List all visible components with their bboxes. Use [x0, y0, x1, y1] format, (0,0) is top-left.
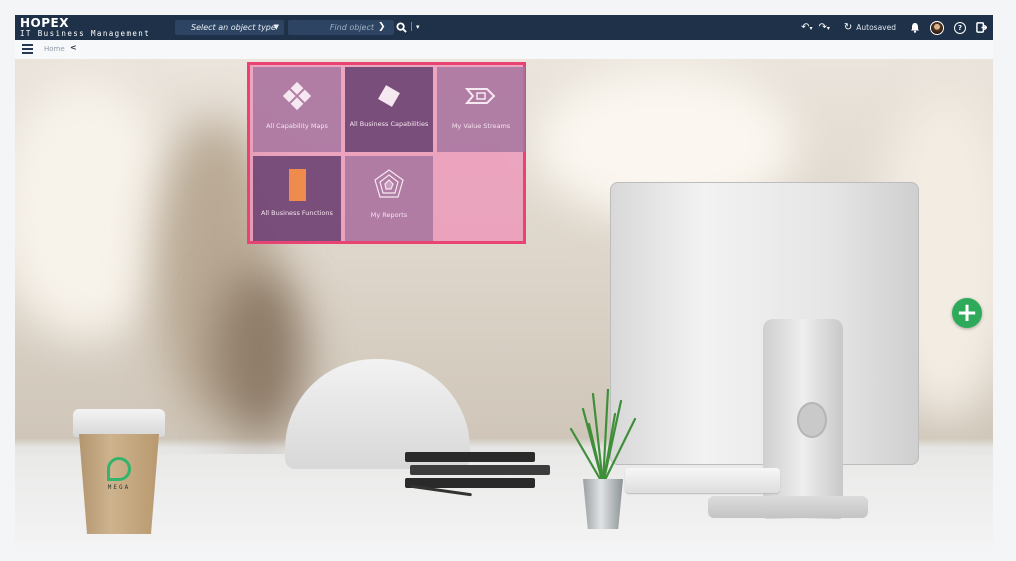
search-options-chevron-icon[interactable]: ▾ — [416, 23, 420, 31]
tile-label: All Business Functions — [261, 209, 333, 217]
chevron-down-icon: ▼ — [273, 23, 279, 31]
cup-logo: MEGA — [105, 457, 133, 491]
tile-label: My Value Streams — [451, 122, 511, 130]
mega-logo-icon — [107, 457, 131, 481]
tile-label: My Reports — [370, 211, 408, 219]
search-controls: | ▾ — [396, 19, 420, 35]
plant — [569, 389, 637, 484]
undo-icon[interactable]: ↶▾ — [801, 22, 812, 33]
tile-all-capability-maps[interactable]: All Capability Maps — [253, 67, 341, 152]
bell-icon[interactable] — [910, 22, 920, 33]
help-icon[interactable]: ? — [954, 21, 966, 34]
value-stream-icon — [464, 88, 496, 104]
monitor-stand-hole — [797, 402, 827, 438]
divider: | — [410, 22, 414, 32]
plant-pot — [583, 479, 623, 529]
object-type-placeholder: Select an object type — [191, 23, 276, 32]
shortcut-tiles-panel: All Capability Maps All Business Capabil… — [247, 62, 526, 244]
notebooks — [405, 452, 550, 491]
tile-my-value-streams[interactable]: My Value Streams — [437, 67, 525, 152]
tile-all-business-capabilities[interactable]: All Business Capabilities — [345, 67, 433, 152]
logout-icon[interactable] — [976, 22, 987, 33]
hamburger-menu-icon[interactable] — [22, 44, 33, 56]
object-type-select[interactable]: Select an object type ▼ — [175, 20, 284, 35]
breadcrumb-back-icon[interactable]: < — [70, 43, 77, 52]
redo-icon[interactable]: ↷▾ — [818, 22, 829, 33]
app-logo[interactable]: HOPEX IT Business Management — [20, 17, 150, 38]
find-go-icon[interactable]: ❯ — [378, 20, 386, 35]
diamond-grid-icon — [282, 81, 312, 111]
empty-tile-slot — [437, 156, 525, 241]
breadcrumb-home[interactable]: Home — [44, 45, 65, 53]
tile-my-reports[interactable]: My Reports — [345, 156, 433, 241]
tile-label: All Capability Maps — [266, 122, 328, 130]
coffee-cup-lid — [73, 409, 165, 437]
function-block-icon — [289, 169, 306, 201]
breadcrumb: Home < — [15, 40, 993, 59]
tile-label: All Business Capabilities — [349, 120, 429, 128]
search-icon[interactable] — [396, 21, 407, 33]
app-name: HOPEX — [20, 16, 69, 30]
cup-logo-text: MEGA — [107, 484, 131, 491]
tile-all-business-functions[interactable]: All Business Functions — [253, 156, 341, 241]
user-avatar[interactable] — [930, 20, 944, 35]
diamond-icon — [378, 85, 400, 107]
keyboard — [625, 468, 780, 493]
header-actions: ↶▾ ↷▾ ↻ Autosaved ? — [791, 15, 987, 40]
add-tile-button[interactable]: + — [952, 298, 982, 328]
monitor-foot — [708, 496, 868, 518]
bg-light-blob — [15, 79, 175, 339]
sync-icon[interactable]: ↻ — [844, 22, 852, 33]
top-navigation-bar: HOPEX IT Business Management Select an o… — [15, 15, 993, 40]
autosave-status: Autosaved — [856, 23, 896, 32]
app-subtitle: IT Business Management — [20, 29, 151, 38]
radar-chart-icon — [374, 169, 404, 198]
